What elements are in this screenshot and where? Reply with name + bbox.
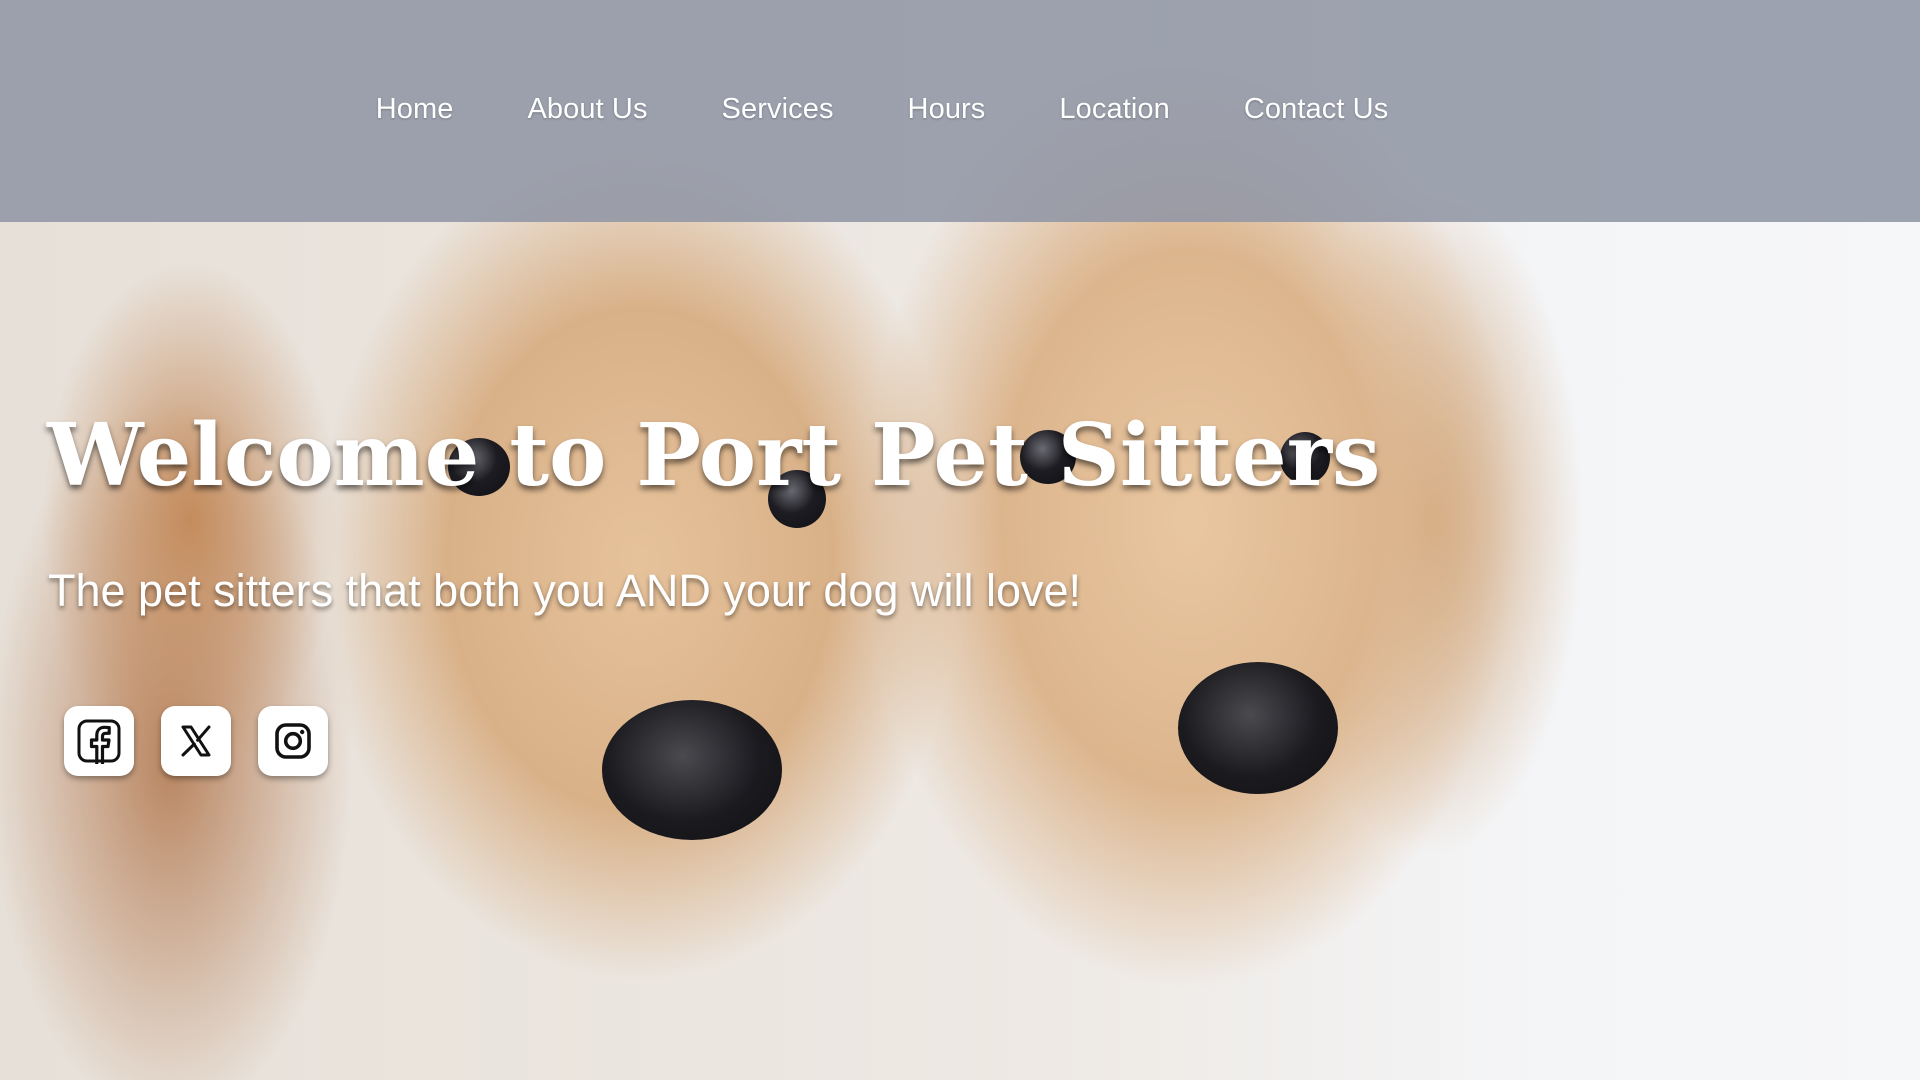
x-twitter-link[interactable]	[161, 706, 231, 776]
nav-item-home[interactable]: Home	[376, 93, 454, 126]
puppy-left-nose	[602, 700, 782, 840]
facebook-icon	[76, 718, 122, 764]
nav-item-hours[interactable]: Hours	[908, 93, 986, 126]
nav-item-about-us[interactable]: About Us	[527, 93, 647, 126]
hero-title: Welcome to Port Pet Sitters	[47, 405, 1381, 506]
x-twitter-icon	[173, 718, 219, 764]
hero-subtitle: The pet sitters that both you AND your d…	[48, 565, 1082, 616]
nav-list: Home About Us Services Hours Location Co…	[376, 93, 1389, 126]
facebook-link[interactable]	[64, 706, 134, 776]
social-links	[64, 706, 328, 776]
nav-item-services[interactable]: Services	[722, 93, 834, 126]
puppy-ear-left	[40, 260, 340, 780]
main-navigation: Home About Us Services Hours Location Co…	[0, 0, 1920, 221]
instagram-link[interactable]	[258, 706, 328, 776]
nav-item-contact-us[interactable]: Contact Us	[1244, 93, 1388, 126]
nav-item-location[interactable]: Location	[1059, 93, 1169, 126]
page: Home About Us Services Hours Location Co…	[0, 0, 1920, 1080]
instagram-icon	[270, 718, 316, 764]
puppy-right-nose	[1178, 662, 1338, 794]
